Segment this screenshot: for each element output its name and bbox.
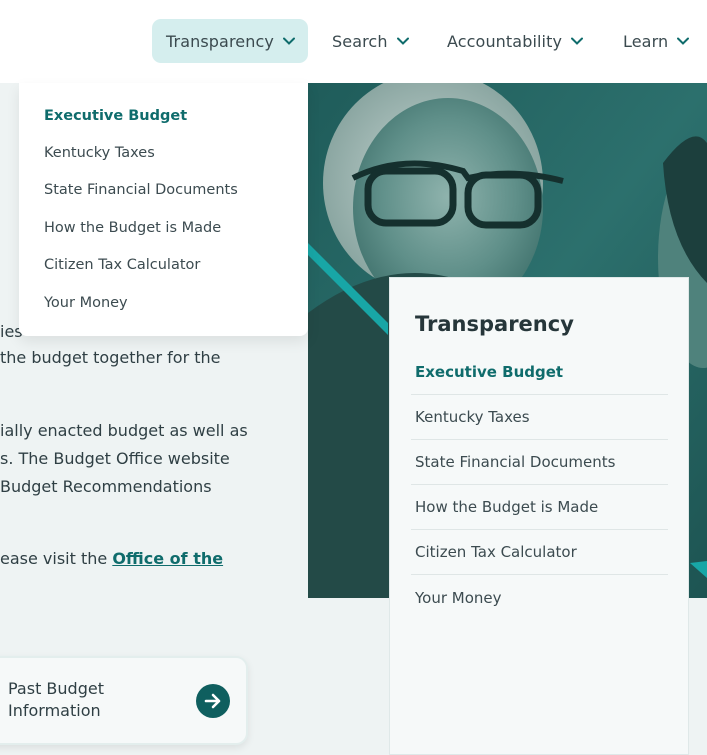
body-line-2: the budget together for the: [0, 348, 221, 367]
dropdown-item-your-money[interactable]: Your Money: [44, 295, 128, 311]
nav-transparency-label: Transparency: [166, 31, 274, 51]
chevron-down-icon: [677, 37, 690, 45]
site-header: Transparency Search Accountability Learn: [0, 0, 707, 83]
sidebar-item-citizen-tax-calculator[interactable]: Citizen Tax Calculator: [411, 530, 668, 575]
sidebar-item-executive-budget[interactable]: Executive Budget: [411, 350, 668, 395]
past-budget-label: Past Budget Information: [8, 678, 104, 722]
dropdown-item-kentucky-taxes[interactable]: Kentucky Taxes: [44, 145, 155, 161]
body-line-3: ially enacted budget as well as: [0, 421, 248, 440]
dropdown-item-citizen-tax-calculator[interactable]: Citizen Tax Calculator: [44, 257, 200, 273]
dropdown-item-state-financial-documents[interactable]: State Financial Documents: [44, 182, 238, 198]
nav-search[interactable]: Search: [332, 19, 409, 63]
nav-accountability-label: Accountability: [447, 31, 563, 51]
past-budget-label-line1: Past Budget: [8, 679, 104, 698]
chevron-down-icon: [282, 37, 295, 45]
chevron-down-icon: [571, 37, 584, 45]
nav-learn-label: Learn: [623, 31, 669, 51]
nav-search-label: Search: [332, 31, 388, 51]
body-line-5: Budget Recommendations: [0, 477, 212, 496]
nav-transparency[interactable]: Transparency: [152, 19, 308, 63]
nav-learn[interactable]: Learn: [623, 19, 690, 63]
sidebar-title: Transparency: [415, 312, 574, 336]
transparency-sidebar: Transparency Executive Budget Kentucky T…: [389, 277, 689, 755]
chevron-down-icon: [396, 37, 409, 45]
past-budget-card[interactable]: Past Budget Information: [0, 656, 248, 745]
nav-accountability[interactable]: Accountability: [447, 19, 584, 63]
body-line-6: ease visit the Office of the: [0, 545, 223, 573]
page: ies the budget together for the ially en…: [0, 0, 707, 755]
sidebar-item-kentucky-taxes[interactable]: Kentucky Taxes: [411, 395, 668, 440]
sidebar-item-state-financial-documents[interactable]: State Financial Documents: [411, 440, 668, 485]
transparency-dropdown-menu: Executive Budget Kentucky Taxes State Fi…: [19, 83, 308, 336]
dropdown-item-how-budget-made[interactable]: How the Budget is Made: [44, 220, 221, 236]
body-line-4: s. The Budget Office website: [0, 449, 230, 468]
sidebar-item-how-budget-made[interactable]: How the Budget is Made: [411, 485, 668, 530]
dropdown-item-executive-budget[interactable]: Executive Budget: [44, 108, 187, 124]
sidebar-item-your-money[interactable]: Your Money: [411, 575, 668, 620]
office-link[interactable]: Office of the: [112, 549, 223, 568]
arrow-right-icon[interactable]: [196, 684, 230, 718]
body-line-6-text: ease visit the: [0, 549, 113, 568]
past-budget-label-line2: Information: [8, 701, 101, 720]
